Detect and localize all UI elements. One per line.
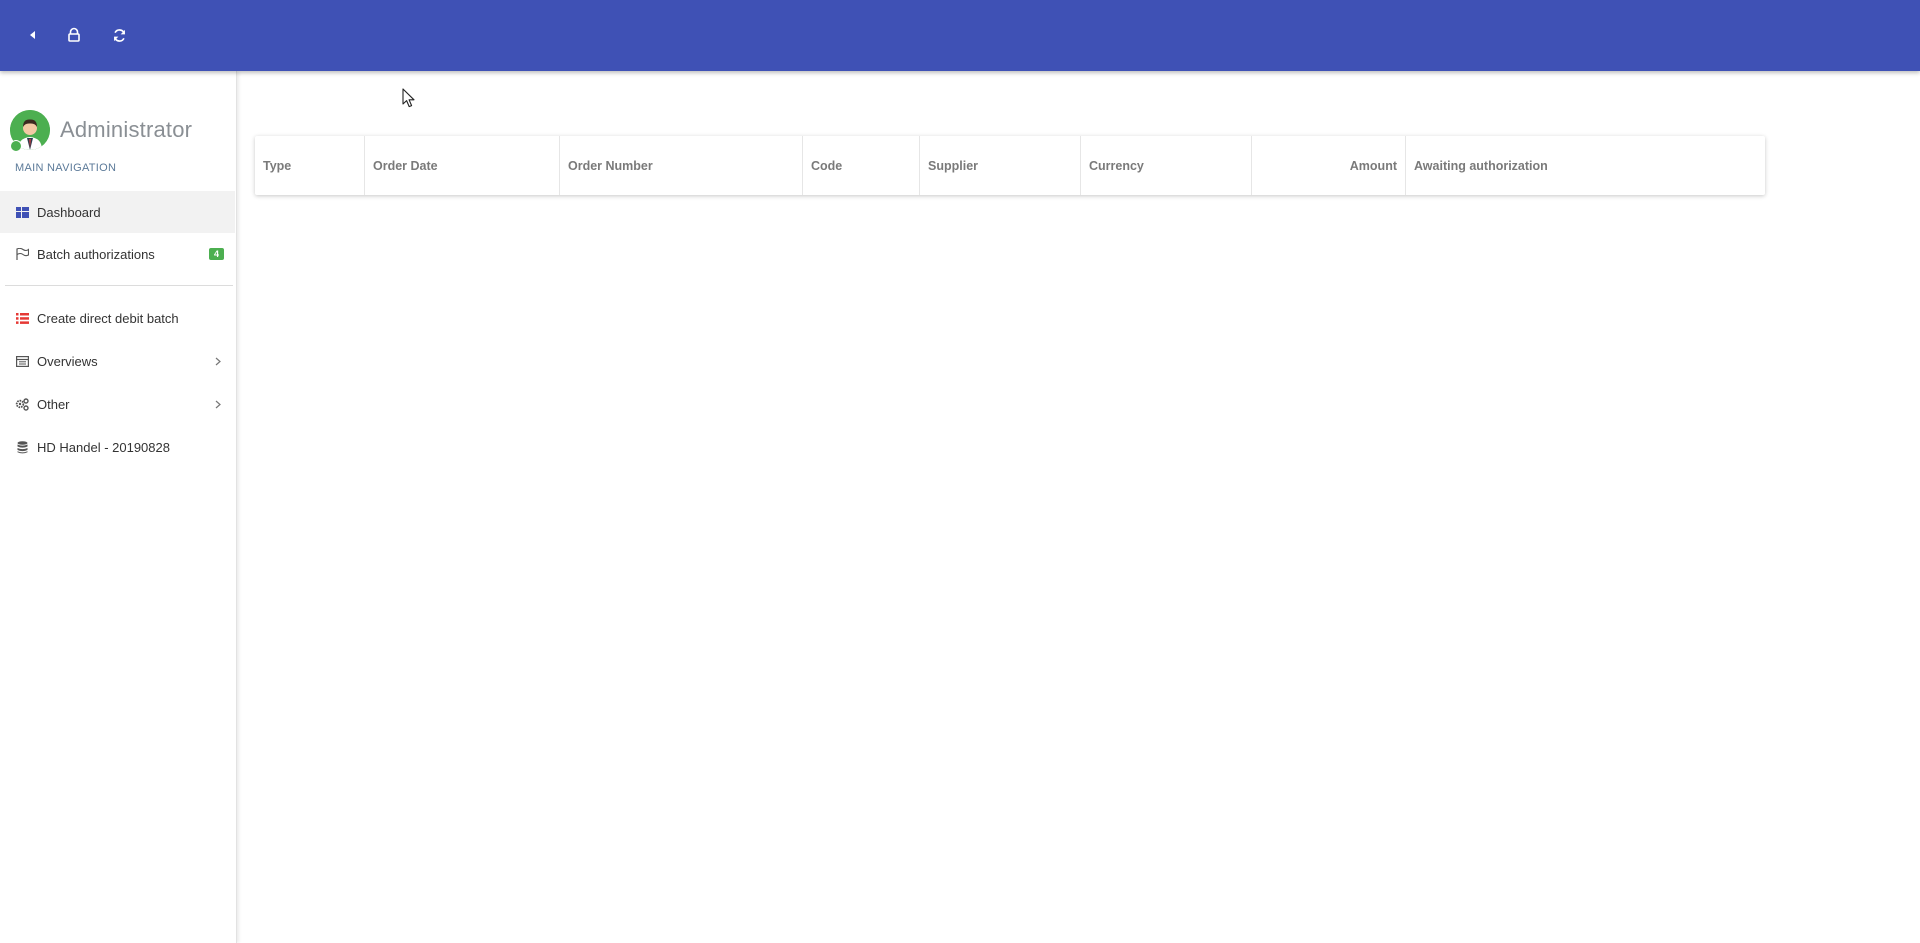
flag-icon bbox=[14, 246, 30, 262]
count-badge: 4 bbox=[208, 248, 224, 260]
top-navbar bbox=[0, 0, 1920, 71]
nav-divider bbox=[5, 285, 233, 286]
sidebar-item-label: Create direct debit batch bbox=[37, 310, 179, 326]
authorization-table: Type Order Date Order Number Code Suppli… bbox=[255, 136, 1765, 195]
column-header-currency[interactable]: Currency bbox=[1080, 136, 1252, 195]
sidebar-item-label: Overviews bbox=[37, 353, 98, 369]
list-icon bbox=[14, 310, 30, 326]
column-header-supplier[interactable]: Supplier bbox=[919, 136, 1081, 195]
column-header-order-number[interactable]: Order Number bbox=[559, 136, 803, 195]
chevron-right-icon bbox=[214, 400, 222, 408]
lock-button[interactable] bbox=[61, 22, 87, 48]
refresh-button[interactable] bbox=[106, 22, 132, 48]
column-header-order-date[interactable]: Order Date bbox=[364, 136, 560, 195]
sidebar-item-batch-authorizations[interactable]: Batch authorizations 4 bbox=[0, 233, 235, 275]
sidebar: Administrator MAIN NAVIGATION Dashboard … bbox=[0, 71, 237, 943]
sidebar-item-hd-handel[interactable]: HD Handel - 20190828 bbox=[0, 426, 235, 468]
table-header-row: Type Order Date Order Number Code Suppli… bbox=[255, 136, 1765, 195]
sidebar-item-label: HD Handel - 20190828 bbox=[37, 439, 170, 455]
user-panel: Administrator bbox=[10, 110, 192, 150]
column-header-amount[interactable]: Amount bbox=[1251, 136, 1406, 195]
sidebar-item-create-direct-debit-batch[interactable]: Create direct debit batch bbox=[0, 297, 235, 339]
column-header-awaiting-authorization[interactable]: Awaiting authorization bbox=[1405, 136, 1765, 195]
user-name: Administrator bbox=[60, 117, 193, 142]
chevron-right-icon bbox=[214, 357, 222, 365]
sidebar-item-overviews[interactable]: Overviews bbox=[0, 340, 235, 382]
gears-icon bbox=[14, 396, 30, 412]
sidebar-item-label: Other bbox=[37, 396, 70, 412]
table-list-icon bbox=[14, 353, 30, 369]
nav-header: MAIN NAVIGATION bbox=[15, 162, 117, 174]
sidebar-item-dashboard[interactable]: Dashboard bbox=[0, 191, 235, 233]
sidebar-item-label: Batch authorizations bbox=[37, 246, 155, 262]
online-status-indicator bbox=[10, 140, 22, 152]
sidebar-item-other[interactable]: Other bbox=[0, 383, 235, 425]
lock-icon bbox=[68, 27, 80, 42]
collapse-sidebar-button[interactable] bbox=[20, 22, 46, 48]
database-icon bbox=[14, 439, 30, 455]
refresh-icon bbox=[113, 28, 125, 42]
caret-left-icon bbox=[30, 31, 35, 39]
mouse-cursor-icon bbox=[402, 88, 415, 108]
authorization-table-card: Type Order Date Order Number Code Suppli… bbox=[255, 136, 1765, 195]
dashboard-icon bbox=[14, 204, 30, 220]
column-header-code[interactable]: Code bbox=[802, 136, 920, 195]
column-header-type[interactable]: Type bbox=[255, 136, 365, 195]
sidebar-item-label: Dashboard bbox=[37, 204, 101, 220]
